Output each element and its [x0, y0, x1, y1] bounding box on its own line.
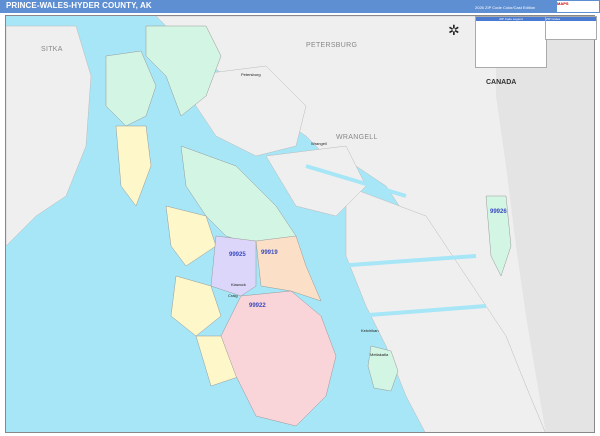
zip-99919[interactable]: 99919 [261, 250, 278, 256]
brand-logo: MAPS [557, 1, 599, 12]
title-bar: PRINCE-WALES-HYDER COUNTY, AK 2026 ZIP C… [0, 0, 600, 13]
town-ketchikan: Ketchikan [361, 328, 379, 333]
zone-99925[interactable] [210, 235, 257, 297]
town-wrangell: Wrangell [311, 141, 327, 146]
town-klawock: Klawock [231, 282, 246, 287]
legend-title: ZIP Code Legend [476, 17, 546, 21]
town-petersburg: Petersburg [241, 72, 261, 77]
zip-99926[interactable]: 99926 [490, 209, 507, 215]
zip-list-panel: ZIP Codes [545, 16, 597, 40]
map-title: PRINCE-WALES-HYDER COUNTY, AK [6, 1, 152, 10]
label-petersburg-region: PETERSBURG [306, 42, 358, 49]
label-canada: CANADA [486, 79, 517, 86]
map-frame[interactable]: SITKA PETERSBURG WRANGELL CANADA Petersb… [5, 15, 595, 433]
town-metlakatla: Metlakatla [370, 352, 389, 357]
zip-99922[interactable]: 99922 [249, 303, 266, 309]
zip-99925[interactable]: 99925 [229, 252, 246, 258]
town-craig: Craig [228, 293, 238, 298]
label-sitka: SITKA [41, 46, 63, 53]
label-wrangell-region: WRANGELL [336, 134, 378, 141]
map-legend: ZIP Code Legend [475, 16, 547, 68]
compass-rose-icon: ✲ [448, 22, 460, 38]
ziplist-title: ZIP Codes [546, 17, 596, 21]
edition-label: 2026 ZIP Code Color/Cast Edition [475, 5, 536, 10]
